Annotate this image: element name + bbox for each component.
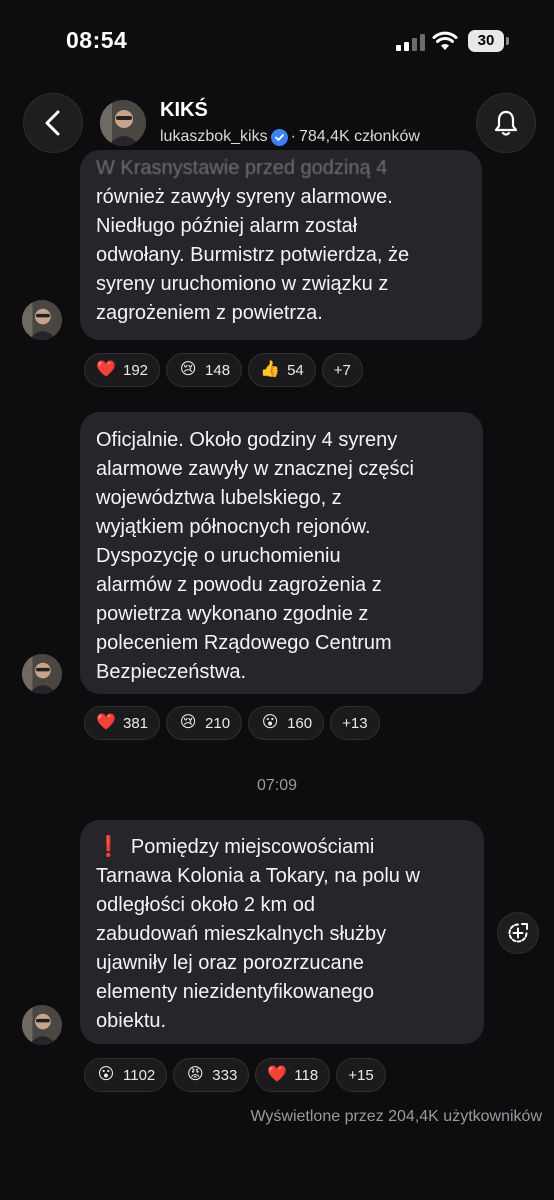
heart-icon: ❤️ — [267, 1066, 288, 1083]
message-line: elementy niezidentyfikowanego — [96, 981, 374, 1003]
reaction-chip[interactable]: 😮 1102 — [84, 1058, 168, 1092]
crying-face-icon: 😢 — [179, 714, 197, 731]
message-line: Oficjalnie. Około godziny 4 syreny — [96, 429, 398, 451]
wifi-icon — [432, 31, 458, 50]
reaction-count: 1102 — [123, 1066, 156, 1084]
avatar-photo — [100, 100, 146, 146]
message-line: W Krasnystawie przed godziną 4 — [96, 157, 388, 179]
avatar-photo — [22, 300, 62, 340]
reaction-count: 118 — [294, 1066, 319, 1084]
share-icon — [508, 923, 528, 943]
notifications-button[interactable] — [476, 93, 536, 153]
views-count: Wyświetlone przez 204,4K użytkowników — [250, 1108, 542, 1125]
message-line: Niedługo później alarm został — [96, 215, 358, 237]
sender-avatar[interactable] — [22, 300, 62, 340]
message-line: ❗ Pomiędzy miejscowościami — [96, 833, 468, 862]
crying-face-icon: 😢 — [179, 361, 197, 378]
message-line: wyjątkiem północnych rejonów. — [96, 516, 371, 538]
sender-avatar[interactable] — [22, 1005, 62, 1045]
reaction-count: 160 — [287, 714, 313, 732]
message-line: zagrożeniem z powietrza. — [96, 302, 323, 324]
more-reactions-chip[interactable]: +13 — [330, 706, 380, 740]
surprised-face-icon: 😮 — [261, 714, 279, 731]
channel-meta: lukaszbok_kiks · 784,4K członków — [160, 128, 420, 146]
avatar-photo — [22, 1005, 62, 1045]
cellular-signal-icon — [396, 33, 426, 51]
heart-icon: ❤️ — [96, 361, 116, 378]
reaction-count: +7 — [333, 361, 351, 379]
reaction-count: 148 — [205, 361, 231, 379]
avatar-photo — [22, 654, 62, 694]
reactions-row: ❤️ 381 😢 210 😮 160 +13 — [84, 706, 380, 740]
reaction-count: 333 — [212, 1066, 238, 1084]
share-button[interactable] — [497, 912, 539, 954]
message-line: obiektu. — [96, 1010, 167, 1032]
message-line: poleceniem Rządowego Centrum — [96, 632, 392, 654]
heart-icon: ❤️ — [96, 714, 116, 731]
more-reactions-chip[interactable]: +7 — [321, 353, 363, 387]
battery-cap — [506, 37, 509, 45]
message-line: ujawniły lej oraz porozrzucane — [96, 952, 364, 974]
reaction-chip[interactable]: ❤️ 118 — [255, 1058, 331, 1092]
message-line: odwołany. Burmistrz potwierdza, że — [96, 244, 410, 266]
status-time: 08:54 — [66, 27, 128, 53]
status-bar: 08:54 30 — [0, 0, 554, 80]
chevron-left-icon — [45, 110, 60, 136]
exclamation-icon: ❗ — [96, 836, 121, 858]
angry-face-icon: 😡 — [186, 1066, 204, 1083]
reaction-chip[interactable]: 👍 54 — [248, 353, 316, 387]
message-line: Dyspozycję o uruchomieniu — [96, 545, 341, 567]
reaction-count: 210 — [205, 714, 231, 732]
reaction-count: 192 — [123, 361, 149, 379]
channel-avatar[interactable] — [100, 100, 146, 146]
sender-avatar[interactable] — [22, 654, 62, 694]
message-bubble[interactable]: ❗ Pomiędzy miejscowościami Tarnawa Koloni… — [80, 820, 484, 1044]
message-line: zabudowań mieszkalnych służby — [96, 923, 387, 945]
reaction-chip[interactable]: 😮 160 — [248, 706, 325, 740]
reaction-count: 54 — [287, 361, 304, 379]
bell-icon — [494, 110, 518, 136]
member-count: 784,4K członków — [298, 128, 420, 145]
reaction-chip[interactable]: 😢 148 — [166, 353, 243, 387]
time-divider: 07:09 — [256, 777, 298, 794]
message-line: również zawyły syreny alarmowe. — [96, 186, 393, 208]
reaction-count: +15 — [348, 1066, 374, 1084]
message-line: Tarnawa Kolonia a Tokary, na polu w — [96, 865, 420, 887]
reaction-chip[interactable]: 😢 210 — [166, 706, 243, 740]
message-line: powietrza wykonano zgodnie z — [96, 603, 369, 625]
reactions-row: ❤️ 192 😢 148 👍 54 +7 — [84, 353, 363, 387]
meta-separator: · — [290, 128, 296, 145]
channel-name[interactable]: KIKŚ — [160, 99, 208, 122]
message-bubble[interactable]: W Krasnystawie przed godziną 4 również z… — [80, 150, 482, 340]
message-line: Bezpieczeństwa. — [96, 661, 247, 683]
reaction-count: +13 — [342, 714, 368, 732]
thumbs-up-icon: 👍 — [260, 361, 281, 378]
message-line: województwa lubelskiego, z — [96, 487, 342, 509]
battery-indicator: 30 — [468, 30, 504, 52]
message-line: alarmów z powodu zagrożenia z — [96, 574, 382, 596]
message-line-text: Pomiędzy miejscowościami — [130, 836, 375, 858]
verified-badge-icon — [270, 128, 288, 146]
message-bubble[interactable]: Oficjalnie. Około godziny 4 syreny alarm… — [80, 412, 483, 694]
reaction-chip[interactable]: ❤️ 381 — [84, 706, 161, 740]
back-button[interactable] — [23, 93, 83, 153]
channel-handle: lukaszbok_kiks — [160, 128, 268, 145]
reactions-row: 😮 1102 😡 333 ❤️ 118 +15 — [84, 1058, 386, 1092]
reaction-count: 381 — [123, 714, 149, 732]
reaction-chip[interactable]: ❤️ 192 — [84, 353, 161, 387]
message-line: syreny uruchomiono w związku z — [96, 273, 389, 295]
reaction-chip[interactable]: 😡 333 — [173, 1058, 250, 1092]
message-line: odległości około 2 km od — [96, 894, 316, 916]
message-line: alarmowe zawyły w znacznej części — [96, 458, 414, 480]
more-reactions-chip[interactable]: +15 — [336, 1058, 386, 1092]
surprised-face-icon: 😮 — [97, 1066, 115, 1083]
